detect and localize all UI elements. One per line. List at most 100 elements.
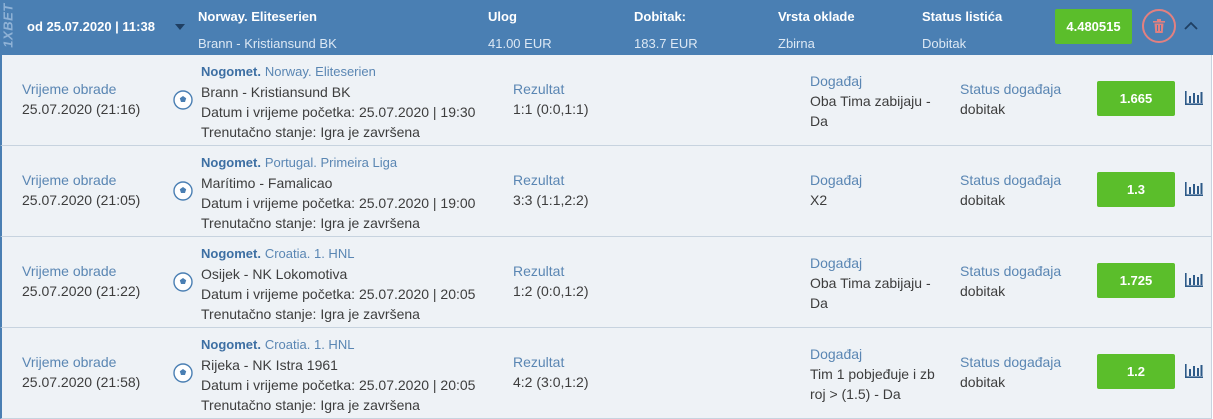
championship-label: Croatia. 1. HNL [264, 337, 355, 352]
event-label: Događaj [810, 255, 863, 271]
sport-label: Nogomet. [201, 337, 261, 352]
match-name[interactable]: Marítimo - Famalicao [201, 173, 475, 193]
game-state: Trenutačno stanje: Igra je završena [201, 124, 420, 140]
match-name[interactable]: Osijek - NK Lokomotiva [201, 264, 475, 284]
processing-label: Vrijeme obrade [22, 172, 117, 188]
processing-time: 25.07.2020 (21:58) [22, 374, 141, 390]
event-status-label: Status događaja [960, 172, 1062, 188]
result-label: Rezultat [513, 354, 565, 370]
match-name[interactable]: Rijeka - NK Istra 1961 [201, 355, 475, 375]
stake-label: Ulog [488, 9, 517, 24]
event-status-label: Status događaja [960, 354, 1062, 370]
header-bettype-col: Vrsta oklade Zbirna [778, 8, 855, 52]
match-block: Nogomet. Croatia. 1. HNL Rijeka - NK Ist… [201, 334, 475, 415]
result-value: 1:1 (0:0,1:1) [513, 101, 589, 117]
event-status-value: dobitak [960, 192, 1006, 208]
bar-chart-icon[interactable] [1185, 91, 1203, 105]
result-label: Rezultat [513, 263, 565, 279]
bet-slip-header: 1XBET od 25.07.2020 | 11:38 Norway. Elit… [0, 0, 1213, 55]
result-label: Rezultat [513, 81, 565, 97]
bar-chart-icon[interactable] [1185, 364, 1203, 378]
start-time: Datum i vrijeme početka: 25.07.2020 | 20… [201, 286, 476, 302]
processing-label: Vrijeme obrade [22, 354, 117, 370]
event-status-label: Status događaja [960, 263, 1062, 279]
odd-button[interactable]: 1.725 [1097, 263, 1175, 298]
event-block: Događaj Tim 1 pobjeđuje i zb roj > (1.5)… [810, 344, 935, 404]
event-block: Događaj X2 [810, 170, 862, 210]
event-value-line1: X2 [810, 192, 828, 208]
event-status-block: Status događaja dobitak [960, 261, 1061, 301]
soccer-ball-icon [173, 90, 193, 110]
event-label: Događaj [810, 346, 863, 362]
stake-value: 41.00 EUR [488, 36, 552, 51]
event-value-line1: Oba Tima zabijaju - [810, 275, 931, 291]
start-time: Datum i vrijeme početka: 25.07.2020 | 20… [201, 377, 476, 393]
header-match-col: Norway. Eliteserien Brann - Kristiansund… [198, 8, 337, 52]
slip-status-label: Status listića [922, 9, 1003, 24]
processing-block: Vrijeme obrade 25.07.2020 (21:22) [22, 261, 140, 301]
result-block: Rezultat 1:2 (0:0,1:2) [513, 261, 589, 301]
trash-icon [1153, 19, 1165, 33]
sport-label: Nogomet. [201, 155, 261, 170]
header-status-col: Status listića Dobitak [922, 8, 1002, 52]
championship-label: Portugal. Primeira Liga [264, 155, 398, 170]
event-row: Vrijeme obrade 25.07.2020 (21:16) Nogome… [0, 55, 1212, 146]
header-match: Brann - Kristiansund BK [198, 36, 337, 51]
odd-button[interactable]: 1.3 [1097, 172, 1175, 207]
processing-block: Vrijeme obrade 25.07.2020 (21:05) [22, 170, 140, 210]
game-state: Trenutačno stanje: Igra je završena [201, 397, 420, 413]
event-status-block: Status događaja dobitak [960, 79, 1061, 119]
result-block: Rezultat 3:3 (1:1,2:2) [513, 170, 589, 210]
odd-button[interactable]: 1.665 [1097, 81, 1175, 116]
game-state: Trenutačno stanje: Igra je završena [201, 215, 420, 231]
event-block: Događaj Oba Tima zabijaju - Da [810, 253, 931, 313]
championship-label: Croatia. 1. HNL [264, 246, 355, 261]
dropdown-caret-icon[interactable] [175, 24, 185, 30]
processing-time: 25.07.2020 (21:05) [22, 192, 141, 208]
bar-chart-icon[interactable] [1185, 182, 1203, 196]
event-status-value: dobitak [960, 101, 1006, 117]
header-championship: Norway. Eliteserien [198, 9, 317, 24]
event-row: Vrijeme obrade 25.07.2020 (21:05) Nogome… [0, 146, 1212, 237]
slip-status-value: Dobitak [922, 36, 967, 51]
event-row: Vrijeme obrade 25.07.2020 (21:58) Nogome… [0, 328, 1212, 419]
start-time: Datum i vrijeme početka: 25.07.2020 | 19… [201, 104, 476, 120]
brand-logo: 1XBET [0, 3, 16, 48]
event-status-block: Status događaja dobitak [960, 352, 1061, 392]
result-block: Rezultat 1:1 (0:0,1:1) [513, 79, 589, 119]
start-time: Datum i vrijeme početka: 25.07.2020 | 19… [201, 195, 476, 211]
event-value-line2: Da [810, 113, 828, 129]
event-list: Vrijeme obrade 25.07.2020 (21:16) Nogome… [0, 55, 1213, 419]
event-label: Događaj [810, 73, 863, 89]
result-value: 3:3 (1:1,2:2) [513, 192, 589, 208]
soccer-ball-icon [173, 181, 193, 201]
collapse-button[interactable] [1184, 18, 1198, 32]
event-status-value: dobitak [960, 283, 1006, 299]
match-block: Nogomet. Norway. Eliteserien Brann - Kri… [201, 61, 475, 142]
chevron-up-icon [1184, 21, 1198, 30]
result-block: Rezultat 4:2 (3:0,1:2) [513, 352, 589, 392]
event-block: Događaj Oba Tima zabijaju - Da [810, 71, 931, 131]
processing-time: 25.07.2020 (21:16) [22, 101, 141, 117]
slip-date: od 25.07.2020 | 11:38 [27, 19, 155, 34]
processing-label: Vrijeme obrade [22, 263, 117, 279]
event-value-line1: Tim 1 pobjeđuje i zb [810, 366, 935, 382]
result-value: 1:2 (0:0,1:2) [513, 283, 589, 299]
result-value: 4:2 (3:0,1:2) [513, 374, 589, 390]
event-value-line2: Da [810, 295, 828, 311]
delete-button[interactable] [1142, 9, 1176, 43]
match-name[interactable]: Brann - Kristiansund BK [201, 82, 475, 102]
header-stake-col: Ulog 41.00 EUR [488, 8, 552, 52]
championship-label: Norway. Eliteserien [264, 64, 376, 79]
odd-button[interactable]: 1.2 [1097, 354, 1175, 389]
processing-block: Vrijeme obrade 25.07.2020 (21:58) [22, 352, 140, 392]
event-value-line1: Oba Tima zabijaju - [810, 93, 931, 109]
event-status-block: Status događaja dobitak [960, 170, 1061, 210]
total-coefficient-button[interactable]: 4.480515 [1055, 9, 1132, 44]
bar-chart-icon[interactable] [1185, 273, 1203, 287]
header-winnings-col: Dobitak: 183.7 EUR [634, 8, 698, 52]
processing-label: Vrijeme obrade [22, 81, 117, 97]
event-label: Događaj [810, 172, 863, 188]
winnings-label: Dobitak: [634, 9, 686, 24]
game-state: Trenutačno stanje: Igra je završena [201, 306, 420, 322]
